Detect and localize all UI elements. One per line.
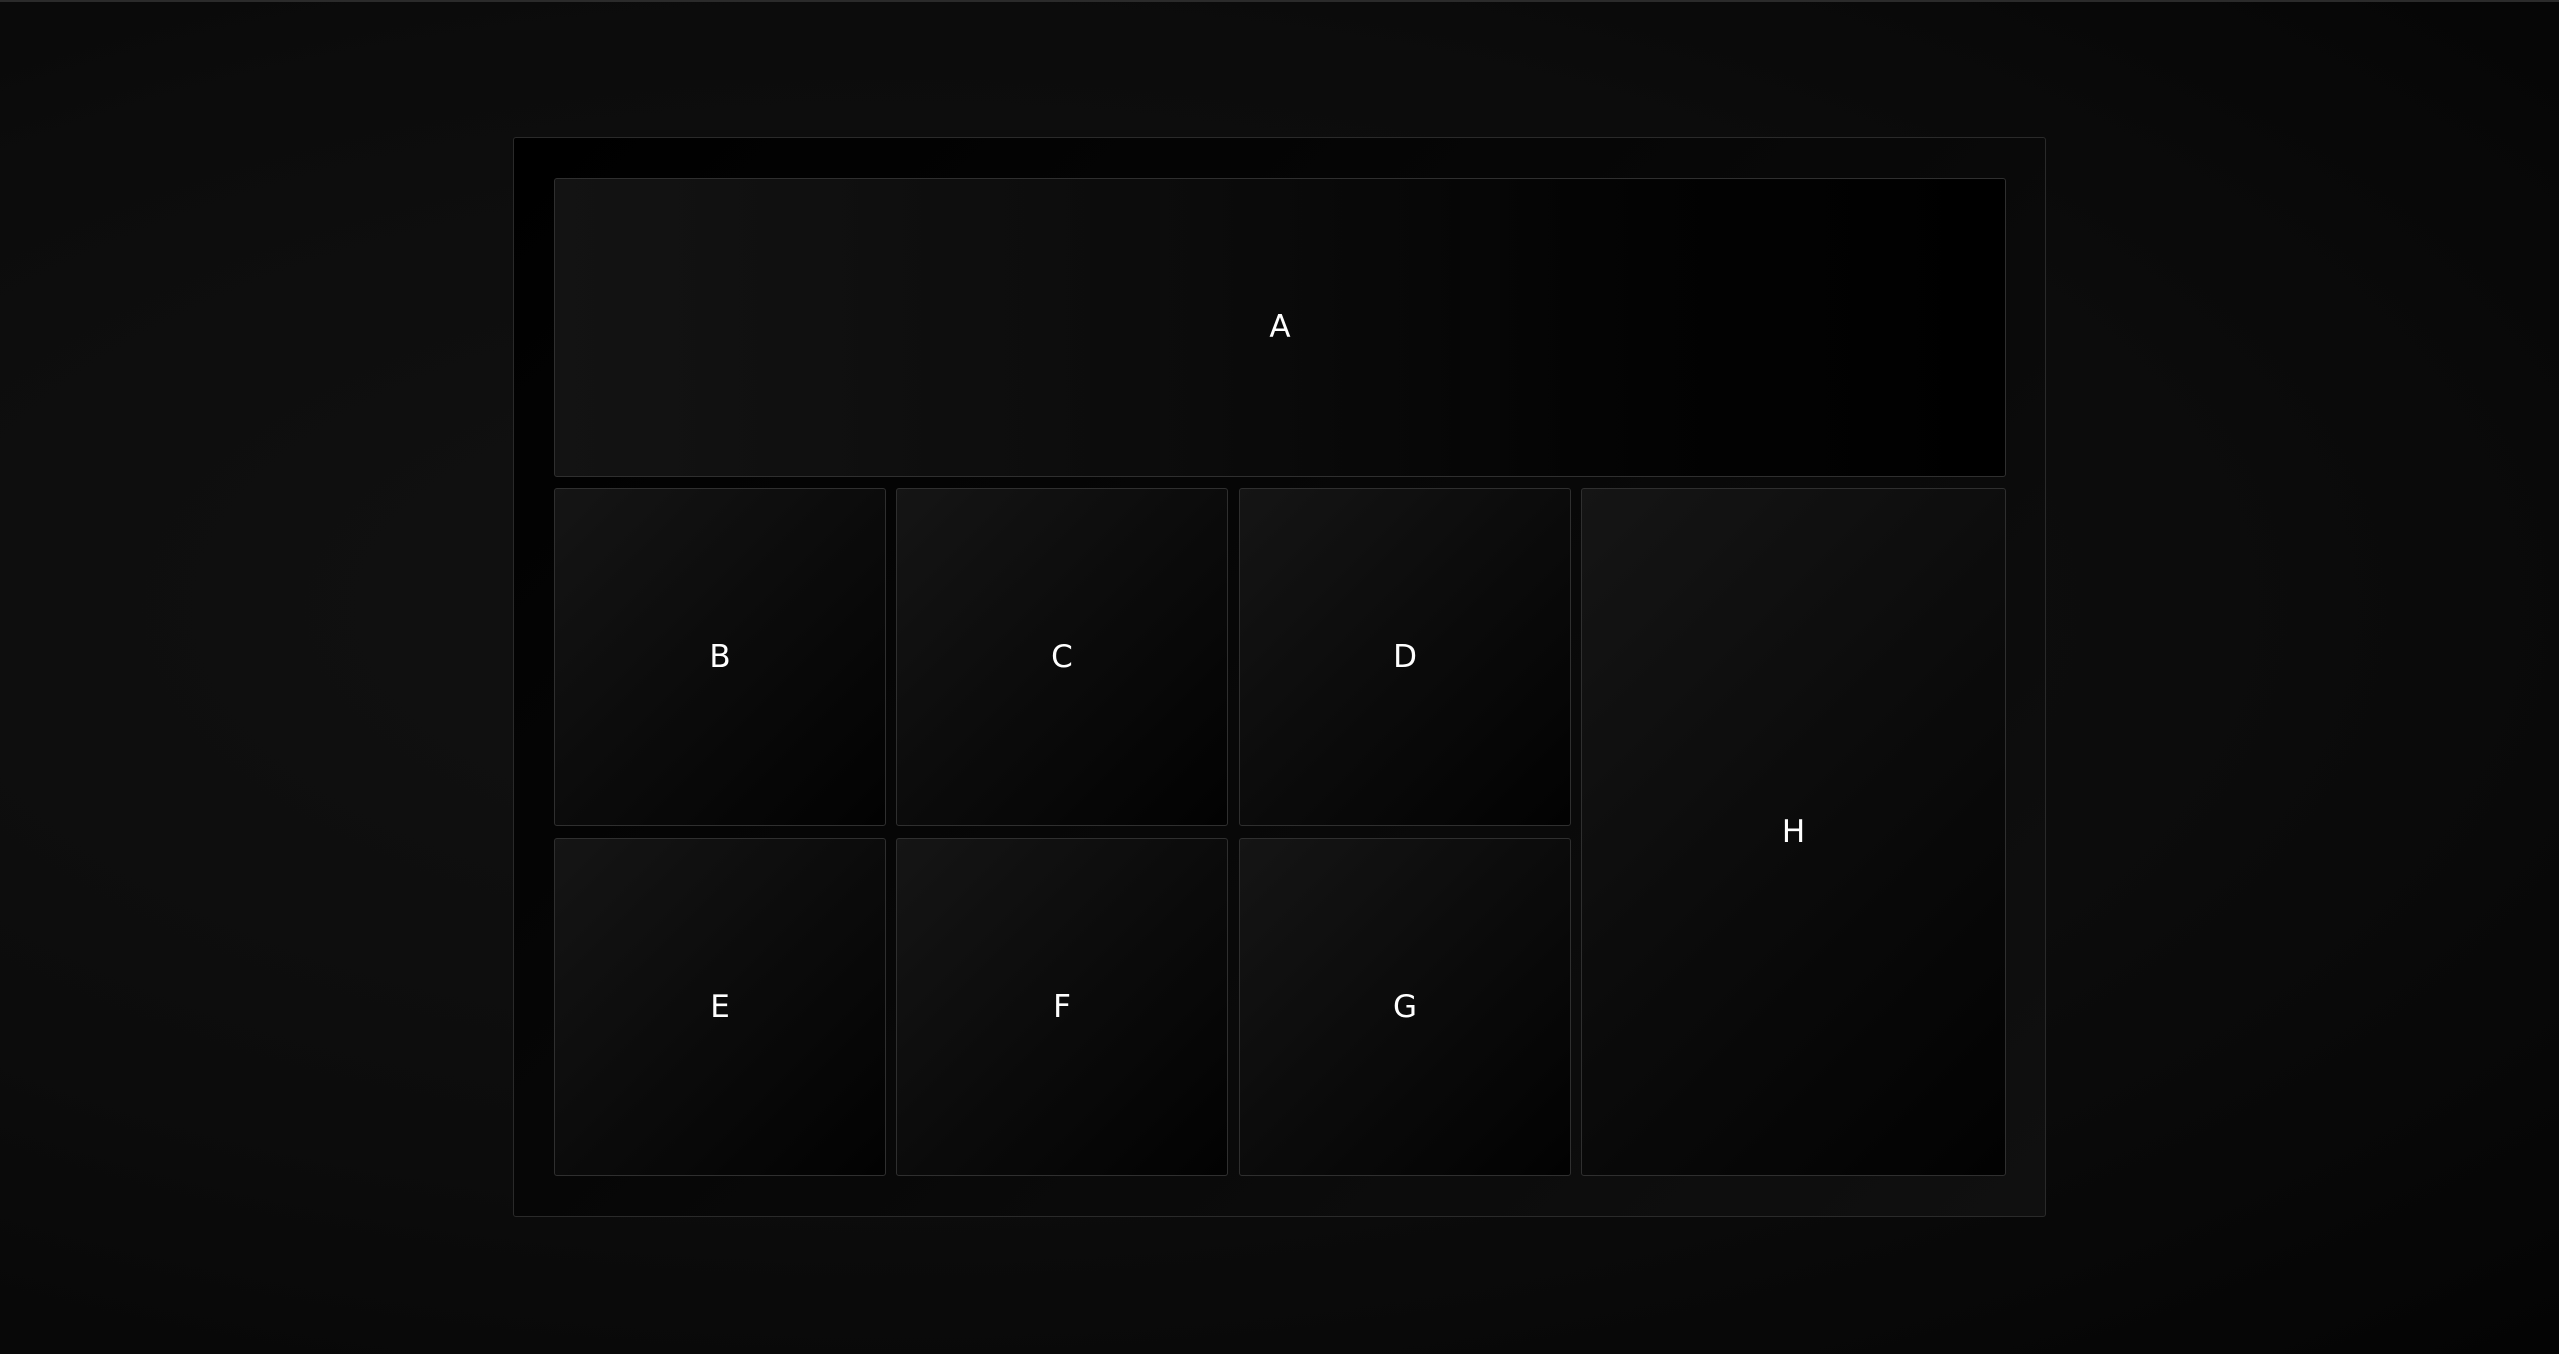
tile-f[interactable]: F: [896, 838, 1228, 1176]
tile-a-label: A: [1269, 309, 1291, 345]
tile-h[interactable]: H: [1581, 488, 2006, 1176]
tile-b-label: B: [709, 638, 731, 675]
tile-h-label: H: [1781, 813, 1806, 850]
tile-g[interactable]: G: [1239, 838, 1571, 1176]
tile-a[interactable]: A: [554, 178, 2006, 477]
tile-d-label: D: [1393, 638, 1417, 675]
tile-g-label: G: [1392, 988, 1418, 1025]
tile-e[interactable]: E: [554, 838, 886, 1176]
tile-f-label: F: [1053, 988, 1071, 1025]
tile-b[interactable]: B: [554, 488, 886, 826]
tile-e-label: E: [710, 988, 730, 1025]
window-top-edge: [0, 0, 2559, 2]
tile-d[interactable]: D: [1239, 488, 1571, 826]
tile-c[interactable]: C: [896, 488, 1228, 826]
tile-c-label: C: [1051, 638, 1073, 675]
tile-grid-container: A B C D E F G H: [513, 137, 2046, 1217]
